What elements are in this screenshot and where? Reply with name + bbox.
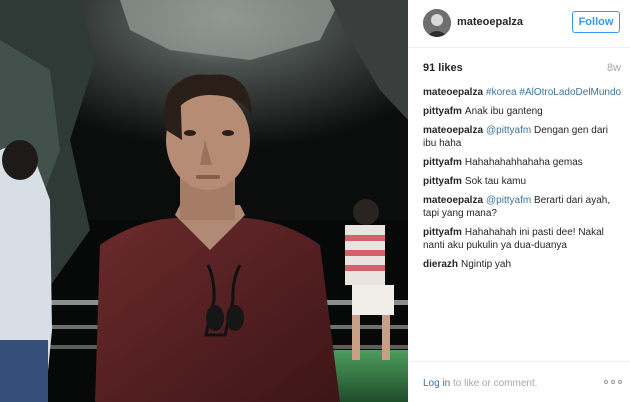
hashtag-link[interactable]: #AlOtroLadoDelMundo	[519, 87, 621, 98]
comment-item: mateoepalza @pittyafm Berarti dari ayah, …	[423, 194, 623, 220]
login-prompt: Log in to like or comment.	[423, 378, 538, 389]
more-options-icon[interactable]	[604, 378, 622, 386]
comment-item: mateoepalza @pittyafm Dengan gen dari ibu…	[423, 124, 623, 150]
login-link[interactable]: Log in	[423, 378, 450, 389]
dot-icon	[611, 380, 615, 384]
dot-icon	[604, 380, 608, 384]
comment-item: pittyafm Anak ibu ganteng	[423, 105, 623, 118]
comment-item: dierazh Ngintip yah	[423, 258, 623, 271]
comment-text: Ngintip yah	[461, 259, 512, 270]
follow-button[interactable]: Follow	[572, 11, 620, 33]
hashtag-link[interactable]: #korea	[486, 87, 517, 98]
post-time[interactable]: 8w	[607, 62, 621, 74]
username[interactable]: mateoepalza	[457, 16, 523, 28]
comment-text: Hahahahahhahaha gemas	[464, 157, 583, 168]
post-footer: Log in to like or comment.	[408, 361, 630, 402]
avatar[interactable]	[423, 9, 451, 37]
comment-author[interactable]: pittyafm	[423, 106, 462, 117]
comment-text: Anak ibu ganteng	[464, 106, 543, 117]
comment-item: mateoepalza #korea #AlOtroLadoDelMundo	[423, 86, 623, 99]
post-photo[interactable]	[0, 0, 408, 402]
mention-link[interactable]: @pittyafm	[486, 125, 531, 136]
post-stats: 91 likes 8w	[423, 62, 621, 78]
photo-image	[0, 0, 408, 402]
post-header: mateoepalza Follow	[408, 0, 630, 48]
comment-author[interactable]: pittyafm	[423, 157, 462, 168]
comment-item: pittyafm Hahahahah ini pasti dee! Nakal n…	[423, 226, 623, 252]
comment-author[interactable]: mateoepalza	[423, 125, 483, 136]
login-prompt-text: to like or comment.	[450, 378, 538, 389]
comment-item: pittyafm Hahahahahhahaha gemas	[423, 156, 623, 169]
comment-author[interactable]: pittyafm	[423, 176, 462, 187]
comment-author[interactable]: dierazh	[423, 259, 458, 270]
comment-item: pittyafm Sok tau kamu	[423, 175, 623, 188]
likes-count[interactable]: 91 likes	[423, 62, 463, 74]
mention-link[interactable]: @pittyafm	[486, 195, 531, 206]
comment-text: Sok tau kamu	[464, 176, 527, 187]
avatar-image	[423, 9, 451, 37]
comment-author[interactable]: mateoepalza	[423, 195, 483, 206]
comment-author[interactable]: pittyafm	[423, 227, 462, 238]
comment-author[interactable]: mateoepalza	[423, 87, 483, 98]
dot-icon	[618, 380, 622, 384]
post-sidebar: mateoepalza Follow 91 likes 8w mateoepal…	[408, 0, 630, 402]
comments-list: mateoepalza #korea #AlOtroLadoDelMundo pi…	[423, 86, 623, 277]
